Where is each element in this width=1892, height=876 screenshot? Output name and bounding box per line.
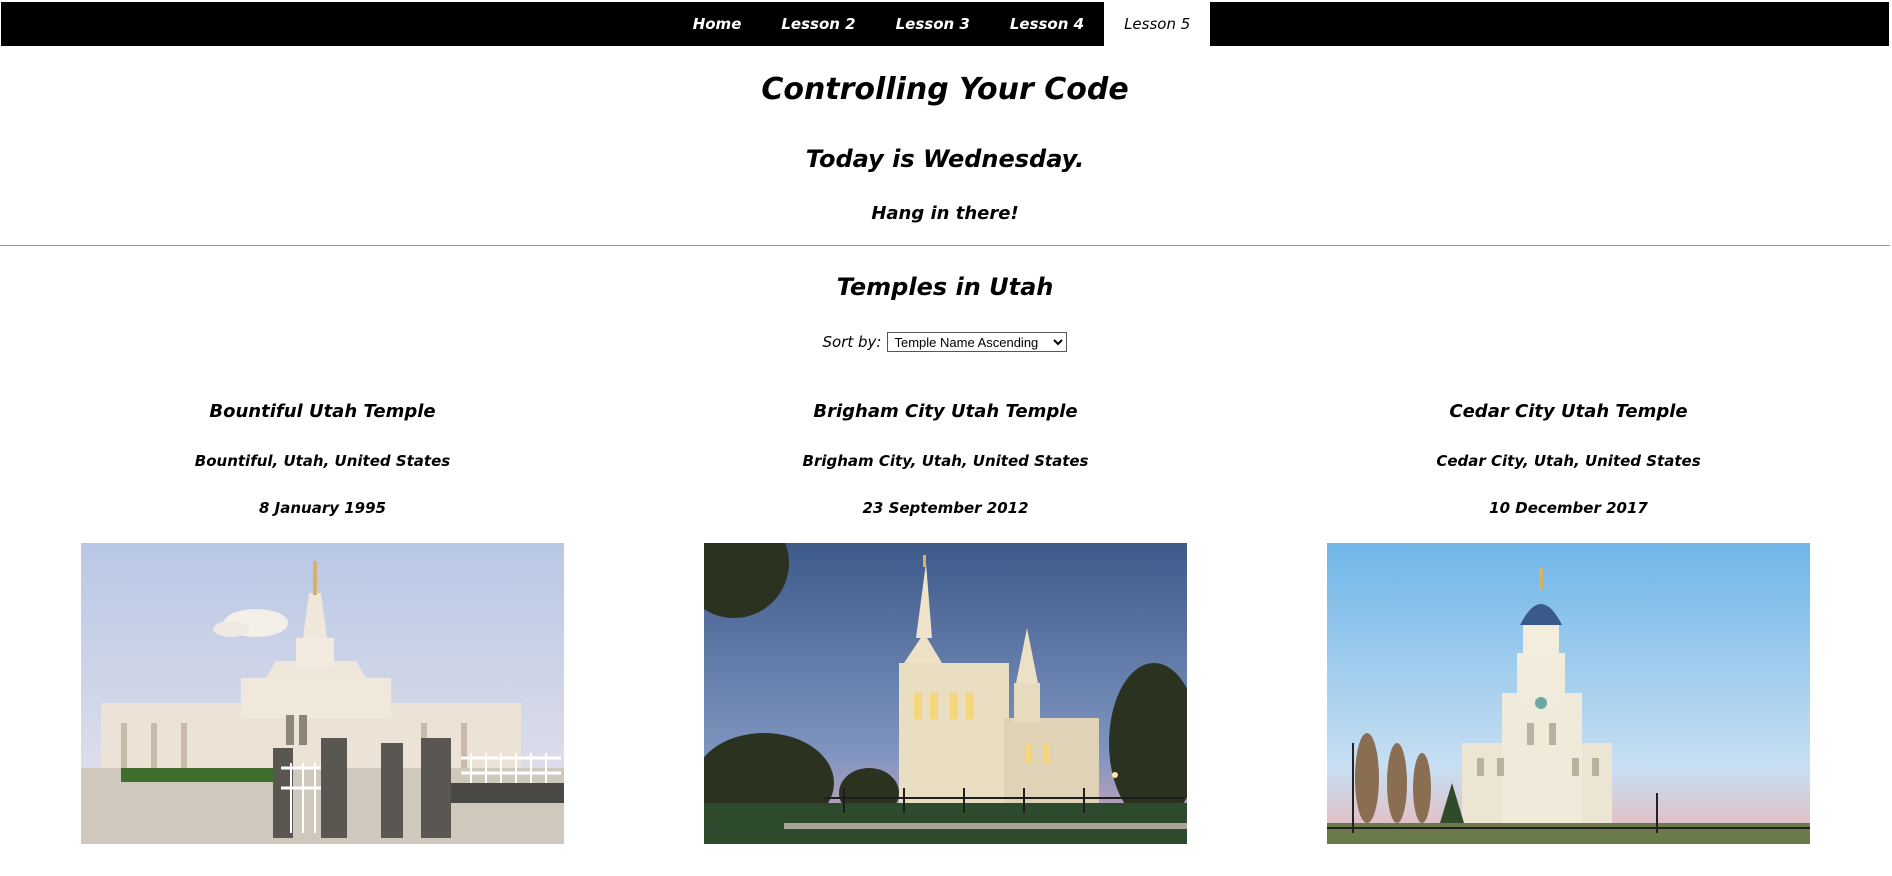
today-heading: Today is Wednesday. — [805, 145, 1085, 173]
brigham-city-temple-image — [704, 543, 1187, 844]
section-divider — [0, 245, 1890, 246]
nav-home[interactable]: Home — [673, 2, 762, 46]
temple-card-brigham-city: Brigham City Utah Temple Brigham City, U… — [704, 400, 1187, 844]
temple-photo — [704, 543, 1187, 844]
temple-name: Cedar City Utah Temple — [1449, 401, 1688, 422]
sort-label: Sort by: — [822, 333, 882, 351]
bountiful-temple-image — [81, 543, 564, 844]
temple-location: Bountiful, Utah, United States — [194, 452, 451, 470]
encouragement-message: Hang in there! — [871, 203, 1019, 224]
temple-location: Brigham City, Utah, United States — [802, 452, 1089, 470]
page-title: Controlling Your Code — [761, 72, 1129, 107]
nav-lesson-4[interactable]: Lesson 4 — [990, 2, 1104, 46]
temple-location: Cedar City, Utah, United States — [1436, 452, 1701, 470]
nav-links: Home Lesson 2 Lesson 3 Lesson 4 Lesson 5 — [673, 2, 1211, 46]
temples-heading: Temples in Utah — [836, 273, 1054, 301]
top-nav: Home Lesson 2 Lesson 3 Lesson 4 Lesson 5 — [1, 2, 1889, 46]
nav-lesson-5[interactable]: Lesson 5 — [1104, 2, 1211, 46]
temple-dedication-date: 23 September 2012 — [862, 499, 1029, 517]
nav-lesson-2[interactable]: Lesson 2 — [761, 2, 875, 46]
temple-photo — [81, 543, 564, 844]
temple-photo — [1327, 543, 1810, 844]
temple-card-bountiful: Bountiful Utah Temple Bountiful, Utah, U… — [81, 400, 564, 844]
temple-card-cedar-city: Cedar City Utah Temple Cedar City, Utah,… — [1327, 400, 1810, 844]
temple-name: Bountiful Utah Temple — [209, 401, 436, 422]
sort-select[interactable]: Temple Name Ascending — [887, 332, 1068, 352]
nav-lesson-3[interactable]: Lesson 3 — [876, 2, 990, 46]
temple-dedication-date: 8 January 1995 — [259, 499, 386, 517]
temple-dedication-date: 10 December 2017 — [1489, 499, 1648, 517]
sort-control: Sort by: Temple Name Ascending — [0, 332, 1890, 352]
temple-name: Brigham City Utah Temple — [813, 401, 1078, 422]
cedar-city-temple-image — [1327, 543, 1810, 844]
